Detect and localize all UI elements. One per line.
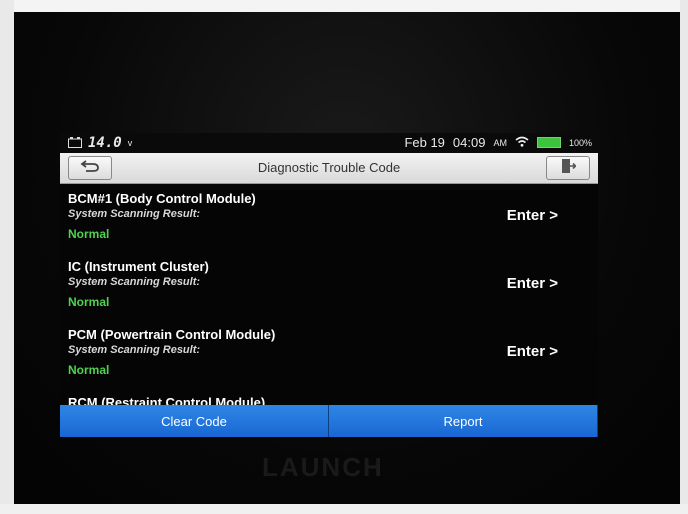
scan-status: Normal <box>68 227 110 241</box>
report-button[interactable]: Report <box>329 405 598 437</box>
clear-code-button[interactable]: Clear Code <box>60 405 329 437</box>
photo-edge-left <box>0 0 14 514</box>
photo-edge-bottom <box>0 504 688 514</box>
voltage-unit: v <box>127 138 133 148</box>
page-title: Diagnostic Trouble Code <box>257 160 401 175</box>
voltage-readout: 14.0 <box>88 135 122 151</box>
wifi-icon <box>515 135 529 150</box>
module-list: BCM#1 (Body Control Module) System Scann… <box>60 185 598 405</box>
scan-result-label: System Scanning Result: <box>68 344 201 356</box>
scan-status: Normal <box>68 363 110 377</box>
list-item[interactable]: IC (Instrument Cluster) System Scanning … <box>60 253 598 321</box>
title-bar: Diagnostic Trouble Code <box>60 153 598 184</box>
list-item[interactable]: RCM (Restraint Control Module) <box>60 389 598 405</box>
list-item[interactable]: PCM (Powertrain Control Module) System S… <box>60 321 598 389</box>
status-bar: 14.0 v Feb 19 04:09 AM 100% <box>60 133 598 153</box>
scan-result-label: System Scanning Result: <box>68 276 201 288</box>
enter-button[interactable]: Enter > <box>507 343 558 360</box>
list-item[interactable]: BCM#1 (Body Control Module) System Scann… <box>60 185 598 253</box>
status-right: Feb 19 04:09 AM 100% <box>404 135 592 150</box>
module-name: PCM (Powertrain Control Module) <box>68 327 276 342</box>
enter-button[interactable]: Enter > <box>507 207 558 224</box>
date-text: Feb 19 <box>404 135 445 150</box>
battery-percent: 100% <box>568 137 592 148</box>
battery-icon <box>536 137 561 148</box>
status-left: 14.0 v <box>68 135 132 151</box>
time-text: 04:09 <box>452 135 486 150</box>
exit-icon <box>560 158 577 179</box>
exit-button[interactable] <box>546 156 590 180</box>
photo-edge-top <box>0 0 688 12</box>
ampm-text: AM <box>493 137 507 148</box>
scan-result-label: System Scanning Result: <box>68 208 201 220</box>
module-name: RCM (Restraint Control Module) <box>68 395 266 405</box>
photo-edge-right <box>680 0 688 514</box>
module-name: IC (Instrument Cluster) <box>68 259 209 274</box>
device-screen: 14.0 v Feb 19 04:09 AM 100% Diagnostic T… <box>60 133 598 439</box>
vehicle-battery-icon <box>68 136 82 151</box>
bottom-action-bar: Clear Code Report <box>60 405 598 439</box>
scan-status: Normal <box>68 295 110 309</box>
device-logo: LAUNCH <box>262 452 384 482</box>
enter-button[interactable]: Enter > <box>507 275 558 292</box>
module-name: BCM#1 (Body Control Module) <box>68 191 256 206</box>
